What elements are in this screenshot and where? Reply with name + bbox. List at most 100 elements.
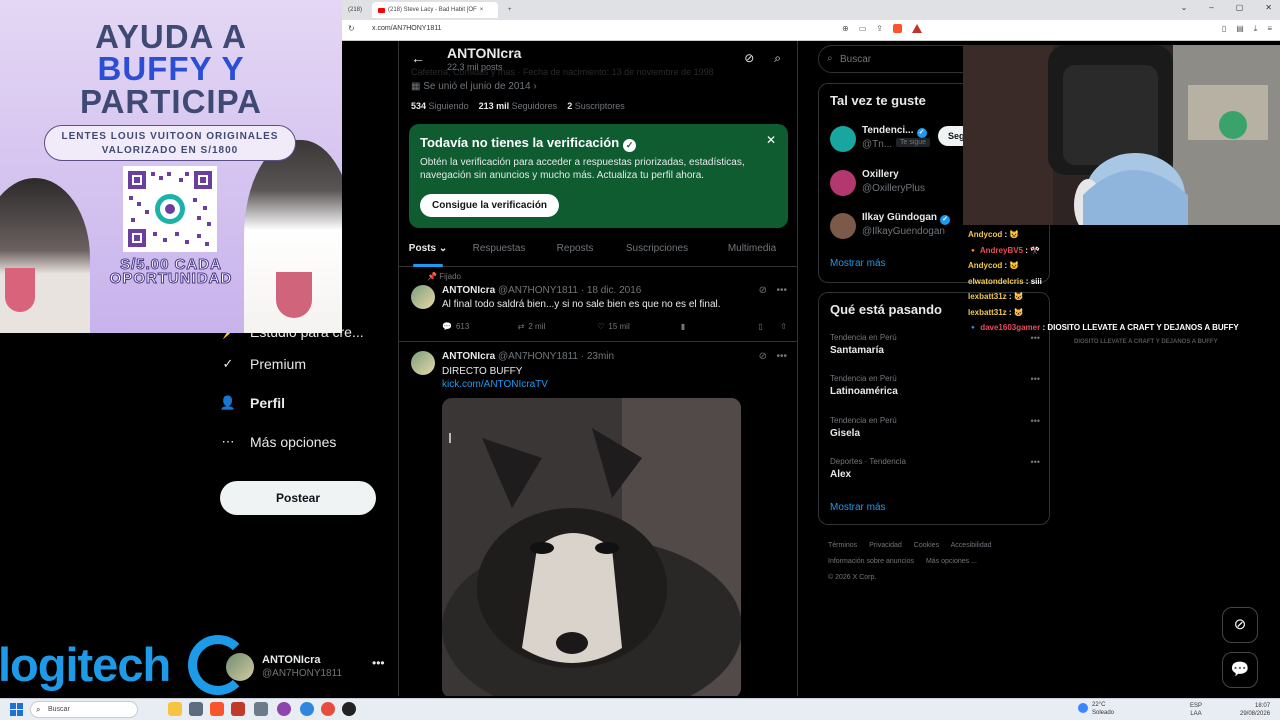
app-icon[interactable] [254, 702, 268, 716]
close-icon[interactable]: ✕ [766, 133, 776, 147]
grok-button[interactable]: ⊘ [1222, 607, 1258, 643]
app-icon[interactable] [231, 702, 245, 716]
chrome-icon[interactable] [321, 702, 335, 716]
more-dots-icon[interactable]: ••• [776, 351, 787, 362]
trend-name: Gisela [830, 428, 861, 439]
pinned-post[interactable]: 📌 Fijado ANTONIcra @AN7HONY1811 · 18 dic… [399, 268, 797, 342]
share-icon[interactable]: ⇧ [780, 322, 787, 331]
show-more-link[interactable]: Mostrar más [830, 258, 886, 269]
taskbar-search-input[interactable]: ⌕ Buscar [30, 701, 138, 718]
following-count: 534 [411, 101, 427, 111]
post-actions: 💬 613 ⇄ 2 mil ♡ 15 mil ▮ ▯ ⇧ [442, 322, 787, 331]
warning-icon[interactable] [911, 24, 922, 33]
get-verified-button[interactable]: Consigue la verificación [420, 194, 560, 217]
followers-link[interactable]: 213 mil Seguidores [479, 101, 558, 111]
app-icon[interactable] [277, 702, 291, 716]
more-dots-icon[interactable]: ••• [1031, 416, 1040, 426]
repost-count: 2 mil [528, 322, 546, 331]
joined-label: Se unió el junio de 2014 [423, 81, 531, 92]
footer-ads-info[interactable]: Información sobre anuncios [828, 558, 914, 565]
url-field[interactable]: x.com/AN7HONY1811 [372, 25, 442, 32]
search-icon[interactable]: ⌕ [774, 51, 781, 66]
reload-icon[interactable]: ↻ [348, 24, 355, 33]
verification-card: Todavía no tienes la verificación ✓ ✕ Obt… [409, 124, 788, 228]
footer-accessibility[interactable]: Accesibilidad [951, 542, 992, 549]
language-indicator[interactable]: ESP LAA [1190, 702, 1202, 718]
more-dots-icon[interactable]: ••• [1031, 457, 1040, 467]
tab-subscriptions[interactable]: Suscripciones [609, 230, 705, 266]
brave-shield-icon[interactable] [892, 24, 902, 33]
new-tab-button[interactable]: + [502, 2, 518, 18]
nav-profile[interactable]: 👤 Perfil [220, 383, 390, 422]
post-link[interactable]: kick.com/ANTONIcraTV [442, 379, 548, 390]
tab-reposts[interactable]: Reposts [541, 230, 609, 266]
footer-cookies[interactable]: Cookies [914, 542, 939, 549]
app-icon[interactable] [300, 702, 314, 716]
tab-media[interactable]: Multimedia [705, 230, 797, 266]
search-icon: ⌕ [827, 53, 833, 64]
nav-premium[interactable]: ✓ Premium [220, 344, 390, 383]
nav-more[interactable]: ⋯ Más opciones [220, 422, 390, 461]
app-icon[interactable] [342, 702, 356, 716]
subscribers-link[interactable]: 2 Suscriptores [567, 101, 625, 111]
more-dots-icon[interactable]: ••• [776, 285, 787, 296]
more-dots-icon[interactable]: ••• [1031, 374, 1040, 384]
like-button[interactable]: ♡ 15 mil [597, 322, 681, 331]
browser-tab-x[interactable]: (218) [342, 2, 370, 18]
cast-icon[interactable]: ▭ [859, 24, 867, 33]
close-window-icon[interactable]: ✕ [1265, 3, 1272, 12]
tab-posts[interactable]: Posts ⌄ [399, 230, 457, 267]
repost-button[interactable]: ⇄ 2 mil [518, 322, 598, 331]
avatar[interactable] [411, 351, 435, 375]
footer-terms[interactable]: Términos [828, 542, 857, 549]
browser-tab-youtube[interactable]: (218) Steve Lacy - Bad Habit [OF × [372, 2, 498, 18]
brave-browser-icon[interactable] [210, 702, 224, 716]
back-arrow-icon[interactable]: ← [411, 50, 425, 66]
more-dots-icon[interactable]: ••• [372, 656, 385, 670]
post-media-image[interactable] [442, 398, 741, 696]
sidebar-icon[interactable]: ▯ [1222, 24, 1226, 34]
post-button[interactable]: Postear [220, 481, 376, 515]
show-more-link[interactable]: Mostrar más [830, 502, 886, 513]
file-explorer-icon[interactable] [168, 702, 182, 716]
weather-icon[interactable] [1078, 703, 1088, 713]
footer-more[interactable]: Más opciones ... [926, 558, 977, 565]
chevron-down-icon[interactable]: ⌄ [1181, 3, 1188, 12]
windows-start-icon[interactable] [10, 703, 23, 716]
system-clock[interactable]: 18:07 29/08/2026 [1240, 702, 1270, 718]
tab-replies[interactable]: Respuestas [457, 230, 541, 266]
weather-widget[interactable]: 22°C Soleado [1092, 701, 1114, 717]
download-icon[interactable]: ⤓ [1254, 24, 1258, 34]
share-icon[interactable]: ⇪ [876, 24, 883, 33]
maximize-icon[interactable]: ▢ [1236, 3, 1244, 12]
trend-item[interactable]: Tendencia en Perú Latinoamérica ••• [830, 374, 1040, 404]
grok-icon: ⊘ [1233, 616, 1247, 633]
follow-stats: 534 Siguiendo 213 mil Seguidores 2 Suscr… [411, 101, 625, 111]
tab-close-icon[interactable]: × [480, 7, 484, 13]
wallet-icon[interactable]: ▤ [1236, 24, 1244, 34]
avatar[interactable] [411, 285, 435, 309]
chat-line: 🔸 AndreyBV5 : 🎌 [968, 245, 1041, 255]
search-input[interactable]: ⌕ Buscar [818, 45, 978, 73]
minimize-icon[interactable]: – [1209, 3, 1213, 12]
post-author[interactable]: ANTONIcra [442, 285, 495, 296]
grok-icon[interactable]: ⊘ [759, 285, 767, 296]
trend-item[interactable]: Deportes · Tendencia Alex ••• [830, 457, 1040, 487]
following-link[interactable]: 534 Siguiendo [411, 101, 469, 111]
zoom-icon[interactable]: ⊕ [842, 24, 849, 33]
messages-button[interactable]: 💬 [1222, 652, 1258, 688]
bookmark-icon[interactable]: ▯ [758, 322, 780, 331]
pin-icon: 📌 [427, 272, 440, 281]
footer-privacy[interactable]: Privacidad [869, 542, 902, 549]
app-icon[interactable] [189, 702, 203, 716]
reply-button[interactable]: 💬 613 [442, 322, 518, 331]
post-author[interactable]: ANTONIcra [442, 351, 495, 362]
footer-links: Términos Privacidad Cookies Accesibilida… [828, 538, 1048, 586]
menu-icon[interactable]: ≡ [1267, 24, 1272, 34]
views-button[interactable]: ▮ [681, 322, 759, 331]
grok-icon[interactable]: ⊘ [744, 51, 754, 66]
trend-item[interactable]: Tendencia en Perú Gisela ••• [830, 416, 1040, 446]
tab-youtube-label: (218) Steve Lacy - Bad Habit [OF [388, 7, 477, 13]
calendar-icon: ▦ [411, 81, 424, 92]
grok-icon[interactable]: ⊘ [759, 351, 767, 362]
